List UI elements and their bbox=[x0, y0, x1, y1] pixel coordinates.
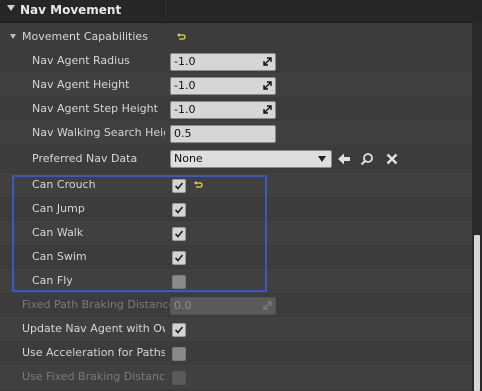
clear-x-icon[interactable] bbox=[385, 152, 399, 166]
group-label: Movement Capabilities bbox=[22, 30, 148, 43]
update-nav-agent-row: Update Nav Agent with Owner's Collision bbox=[0, 317, 472, 341]
chevron-down-icon bbox=[318, 156, 326, 162]
movement-capabilities-group[interactable]: Movement Capabilities bbox=[0, 25, 472, 49]
section-title: Nav Movement bbox=[20, 3, 122, 17]
scrollbar-thumb[interactable] bbox=[474, 235, 480, 391]
fixed-path-braking-value: 0.0 bbox=[174, 299, 192, 312]
nav-agent-radius-label: Nav Agent Radius bbox=[32, 54, 130, 67]
use-acceleration-checkbox[interactable] bbox=[172, 347, 186, 361]
vertical-scrollbar[interactable] bbox=[472, 22, 482, 391]
nav-agent-height-input[interactable]: -1.0 bbox=[170, 77, 276, 95]
use-fixed-braking-label: Use Fixed Braking Distance for Paths bbox=[22, 370, 165, 383]
browse-search-icon[interactable] bbox=[360, 152, 374, 166]
can-swim-row: Can Swim bbox=[0, 245, 472, 269]
nav-agent-step-height-value: -1.0 bbox=[174, 103, 196, 116]
preferred-nav-data-row: Preferred Nav Data None bbox=[0, 147, 472, 171]
nav-walking-search-height-input[interactable]: 0.5 bbox=[170, 125, 276, 143]
nav-agent-step-height-row: Nav Agent Step Height -1.0 bbox=[0, 97, 472, 121]
nav-agent-step-height-input[interactable]: -1.0 bbox=[170, 101, 276, 119]
nav-walking-search-height-value: 0.5 bbox=[174, 127, 192, 140]
can-fly-checkbox[interactable] bbox=[172, 275, 186, 289]
fixed-path-braking-row: Fixed Path Braking Distance 0.0 bbox=[0, 293, 472, 317]
can-jump-row: Can Jump bbox=[0, 197, 472, 221]
preferred-nav-data-value: None bbox=[174, 152, 203, 165]
update-nav-agent-checkbox[interactable] bbox=[172, 323, 186, 337]
preferred-nav-data-dropdown[interactable]: None bbox=[170, 150, 332, 168]
nav-walking-search-height-label: Nav Walking Search Height bbox=[32, 126, 165, 139]
preferred-nav-data-label: Preferred Nav Data bbox=[32, 152, 138, 165]
nav-movement-header[interactable]: Nav Movement bbox=[0, 0, 482, 23]
drag-spin-icon bbox=[263, 301, 272, 310]
reset-arrow-icon[interactable] bbox=[193, 180, 203, 190]
nav-agent-height-value: -1.0 bbox=[174, 79, 196, 92]
can-walk-row: Can Walk bbox=[0, 221, 472, 245]
fixed-path-braking-label: Fixed Path Braking Distance bbox=[22, 298, 176, 311]
use-fixed-braking-checkbox bbox=[172, 371, 186, 385]
can-jump-label: Can Jump bbox=[32, 202, 85, 215]
use-acceleration-label: Use Acceleration for Paths bbox=[22, 346, 165, 359]
can-crouch-label: Can Crouch bbox=[32, 178, 96, 191]
nav-agent-radius-value: -1.0 bbox=[174, 55, 196, 68]
drag-spin-icon[interactable] bbox=[263, 81, 272, 90]
can-swim-label: Can Swim bbox=[32, 250, 87, 263]
expand-arrow-icon[interactable] bbox=[10, 34, 16, 39]
can-fly-row: Can Fly bbox=[0, 269, 472, 293]
use-selected-arrow-icon[interactable] bbox=[337, 152, 351, 166]
collapse-arrow-icon[interactable] bbox=[7, 5, 15, 11]
can-jump-checkbox[interactable] bbox=[172, 203, 186, 217]
nav-agent-height-label: Nav Agent Height bbox=[32, 78, 130, 91]
can-walk-checkbox[interactable] bbox=[172, 227, 186, 241]
nav-agent-radius-input[interactable]: -1.0 bbox=[170, 53, 276, 71]
nav-agent-radius-row: Nav Agent Radius -1.0 bbox=[0, 49, 472, 73]
nav-walking-search-height-row: Nav Walking Search Height 0.5 bbox=[0, 121, 472, 145]
use-acceleration-row: Use Acceleration for Paths bbox=[0, 341, 472, 365]
can-fly-label: Can Fly bbox=[32, 274, 73, 287]
nav-agent-height-row: Nav Agent Height -1.0 bbox=[0, 73, 472, 97]
can-crouch-row: Can Crouch bbox=[0, 173, 472, 197]
reset-arrow-icon[interactable] bbox=[176, 32, 186, 42]
can-walk-label: Can Walk bbox=[32, 226, 84, 239]
can-swim-checkbox[interactable] bbox=[172, 251, 186, 265]
update-nav-agent-label: Update Nav Agent with Owner's Collision bbox=[22, 322, 165, 335]
drag-spin-icon[interactable] bbox=[263, 105, 272, 114]
nav-agent-step-height-label: Nav Agent Step Height bbox=[32, 102, 158, 115]
use-fixed-braking-row: Use Fixed Braking Distance for Paths bbox=[0, 365, 472, 389]
drag-spin-icon[interactable] bbox=[263, 57, 272, 66]
fixed-path-braking-input: 0.0 bbox=[170, 297, 276, 315]
can-crouch-checkbox[interactable] bbox=[172, 179, 186, 193]
